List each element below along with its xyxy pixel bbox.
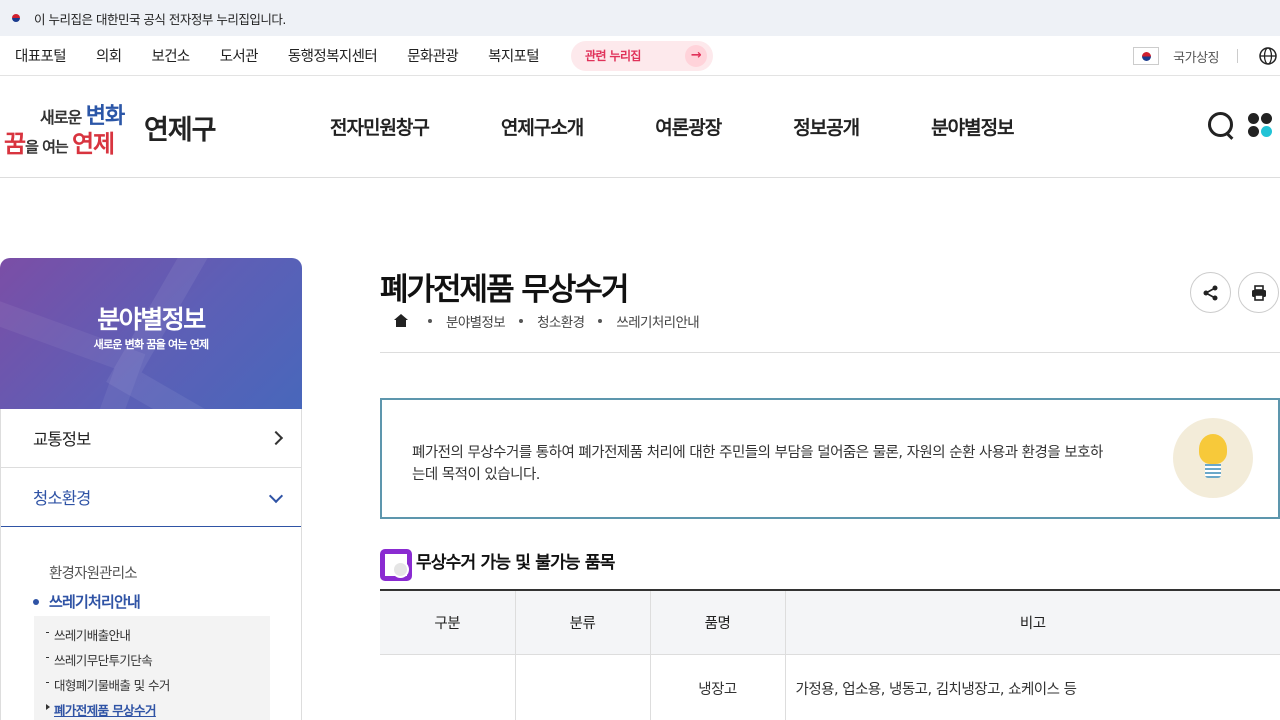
toplink-main-portal[interactable]: 대표포털 [15,45,67,66]
gnb-about[interactable]: 연제구소개 [501,113,584,140]
page-title: 폐가전제품 무상수거 [380,272,629,308]
gnb-public-forum[interactable]: 여론광장 [655,113,722,140]
sidebar-sub3-item-current[interactable]: 폐가전제품 무상수거 [34,700,270,720]
related-sites-label: 관련 누리집 [585,49,641,63]
header-icons [1206,110,1272,140]
breadcrumb-item[interactable]: 청소환경 [537,311,585,331]
table-cell: 가정용, 업소용, 냉동고, 김치냉장고, 쇼케이스 등 [785,654,1280,720]
national-symbol-link[interactable]: 국가상징 [1173,47,1219,66]
divider [380,352,1280,353]
site-header: 새로운 변화 꿈을 여는 연제 연제구 전자민원창구 연제구소개 여론광장 정보… [0,76,1280,178]
home-icon[interactable] [394,314,408,328]
chevron-right-icon [268,430,284,446]
sidebar-item-traffic[interactable]: 교통정보 [1,409,301,468]
table-header-cell: 품명 [650,590,786,655]
table-cell: 냉장고 [650,654,786,720]
table-header-cell: 구분 [380,590,516,655]
sidebar-menu: 교통정보 청소환경 환경자원관리소 쓰레기처리안내 쓰레기배출안내 쓰레기무단투… [0,409,302,720]
national-flag-icon [1133,47,1160,65]
breadcrumb: 분야별정보 청소환경 쓰레기처리안내 [394,311,713,331]
related-sites-button[interactable]: 관련 누리집 → [571,40,714,71]
toplink-council[interactable]: 의회 [96,45,122,66]
bullet-dot-icon [33,598,39,605]
sidebar-sub3-item[interactable]: 쓰레기무단투기단속 [34,650,270,675]
table-header-cell: 분류 [515,590,651,655]
logo-district-name: 연제구 [144,115,217,146]
section-heading: 무상수거 가능 및 불가능 품목 [380,548,615,581]
chevron-down-icon [268,488,284,504]
site-logo[interactable]: 새로운 변화 꿈을 여는 연제 연제구 [2,94,222,158]
gnb-e-civil[interactable]: 전자민원창구 [330,113,430,140]
arrow-right-icon: → [685,44,708,67]
search-icon[interactable] [1206,110,1236,140]
sidebar-sub3-item[interactable]: 쓰레기배출안내 [34,625,270,650]
globe-language-icon[interactable] [1256,44,1280,68]
section-title: 무상수거 가능 및 불가능 품목 [416,553,615,573]
sidebar-subtitle: 새로운 변화 꿈을 여는 연제 [93,338,209,351]
table-cell [515,654,651,720]
toplink-library[interactable]: 도서관 [220,45,259,66]
table-row: 냉장고 가정용, 업소용, 냉동고, 김치냉장고, 쇼케이스 등 [380,654,1280,720]
breadcrumb-item[interactable]: 분야별정보 [446,311,506,331]
sidebar-sub3-list: 쓰레기배출안내 쓰레기무단투기단속 대형폐기물배출 및 수거 폐가전제품 무상수… [34,616,270,720]
divider [1237,49,1238,63]
table-header-row: 구분 분류 품명 비고 [380,590,1280,655]
toplink-welfare-portal[interactable]: 복지포털 [488,45,540,66]
sidebar-title: 분야별정보 [97,305,206,334]
logo-slogan-line2: 꿈을 여는 연제 [4,130,115,158]
section-bullet-icon [380,548,412,581]
sidebar-sub-label: 쓰레기처리안내 [49,593,141,611]
family-site-links: 대표포털 의회 보건소 도서관 동행정복지센터 문화관광 복지포털 관련 누리집… [15,40,714,71]
sidebar-sub3-item[interactable]: 대형폐기물배출 및 수거 [34,675,270,700]
sidebar-header: 분야별정보 새로운 변화 꿈을 여는 연제 [0,258,302,409]
printer-icon [1251,284,1266,301]
gnb-information-disclosure[interactable]: 정보공개 [793,113,860,140]
collection-items-table: 구분 분류 품명 비고 냉장고 가정용, 업소용, 냉동고, 김치냉장고, 쇼케… [380,589,1280,720]
table-header-cell: 비고 [785,590,1280,655]
table-cell [380,654,516,720]
intro-text: 폐가전의 무상수거를 통하여 폐가전제품 처리에 대한 주민들의 부담을 덜어줌… [412,445,1103,483]
toplink-culture-tourism[interactable]: 문화관광 [407,45,459,66]
all-menu-icon[interactable] [1248,113,1272,137]
gnb-field-information[interactable]: 분야별정보 [931,113,1014,140]
top-right-utilities: 국가상징 [1133,36,1280,76]
toplink-community-center[interactable]: 동행정복지센터 [288,45,378,66]
korea-flag-icon [8,12,24,24]
sidebar-item-label: 교통정보 [33,430,91,449]
share-icon [1203,285,1217,300]
sidebar-item-cleaning-environment[interactable]: 청소환경 [1,468,301,527]
lightbulb-icon [1173,418,1253,498]
intro-info-box: 폐가전의 무상수거를 통하여 폐가전제품 처리에 대한 주민들의 부담을 덜어줌… [380,398,1280,519]
gov-banner-text: 이 누리집은 대한민국 공식 전자정부 누리집입니다. [34,11,286,27]
toplink-health-center[interactable]: 보건소 [151,45,190,66]
sidebar-sub-waste-guide[interactable]: 쓰레기처리안내 [33,591,141,612]
top-links-bar: 대표포털 의회 보건소 도서관 동행정복지센터 문화관광 복지포털 관련 누리집… [0,36,1280,76]
sidebar-sub-environment-resource[interactable]: 환경자원관리소 [49,562,138,583]
share-button[interactable] [1190,272,1231,313]
main-navigation: 전자민원창구 연제구소개 여론광장 정보공개 분야별정보 [330,76,1015,176]
sidebar-item-label: 청소환경 [33,489,91,508]
print-button[interactable] [1238,272,1279,313]
gov-banner: 이 누리집은 대한민국 공식 전자정부 누리집입니다. [0,0,1280,36]
breadcrumb-item-current[interactable]: 쓰레기처리안내 [616,311,699,331]
